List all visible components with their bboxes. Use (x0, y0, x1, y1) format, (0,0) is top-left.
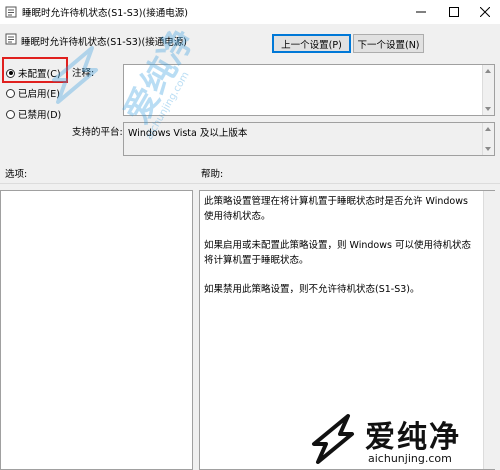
comment-scrollbar[interactable] (482, 65, 494, 115)
watermark-url: aichunjing.com (368, 452, 452, 465)
close-button[interactable] (468, 0, 500, 24)
help-text: 此策略设置管理在将计算机置于睡眠状态时是否允许 Windows 使用待机状态。 … (204, 194, 476, 311)
previous-setting-button[interactable]: 上一个设置(P) (272, 34, 351, 53)
scroll-down-icon[interactable] (485, 107, 491, 111)
radio-unselected-icon[interactable] (6, 109, 15, 119)
watermark-diagonal: 爱纯净 aichunjing.com (40, 22, 210, 210)
watermark-corner: 爱纯净 aichunjing.com (300, 408, 500, 470)
watermark-logo-icon (312, 414, 354, 464)
policy-setting-icon (5, 33, 17, 45)
next-setting-button[interactable]: 下一个设置(N) (353, 34, 424, 53)
scroll-up-icon[interactable] (485, 127, 491, 131)
policy-icon (5, 6, 17, 18)
close-icon (479, 7, 490, 17)
scroll-down-icon[interactable] (485, 147, 491, 151)
window-title: 睡眠时允许待机状态(S1-S3)(接通电源) (22, 8, 188, 19)
scroll-up-icon[interactable] (485, 69, 491, 73)
radio-unselected-icon[interactable] (6, 88, 15, 98)
title-bar: 睡眠时允许待机状态(S1-S3)(接通电源) (0, 0, 500, 24)
maximize-icon (448, 7, 459, 17)
minimize-button[interactable] (404, 0, 437, 24)
platform-scrollbar[interactable] (482, 123, 494, 155)
minimize-icon (415, 11, 426, 13)
help-paragraph: 如果启用或未配置此策略设置，则 Windows 可以使用待机状态将计算机置于睡眠… (204, 240, 471, 266)
watermark-logo-icon (52, 46, 98, 104)
help-paragraph: 此策略设置管理在将计算机置于睡眠状态时是否允许 Windows 使用待机状态。 (204, 196, 468, 222)
maximize-button[interactable] (437, 0, 470, 24)
watermark-brand: 爱纯净 (365, 420, 461, 455)
options-pane (0, 190, 193, 470)
options-label: 选项: (5, 169, 28, 180)
help-paragraph: 如果禁用此策略设置，则不允许待机状态(S1-S3)。 (204, 284, 420, 295)
